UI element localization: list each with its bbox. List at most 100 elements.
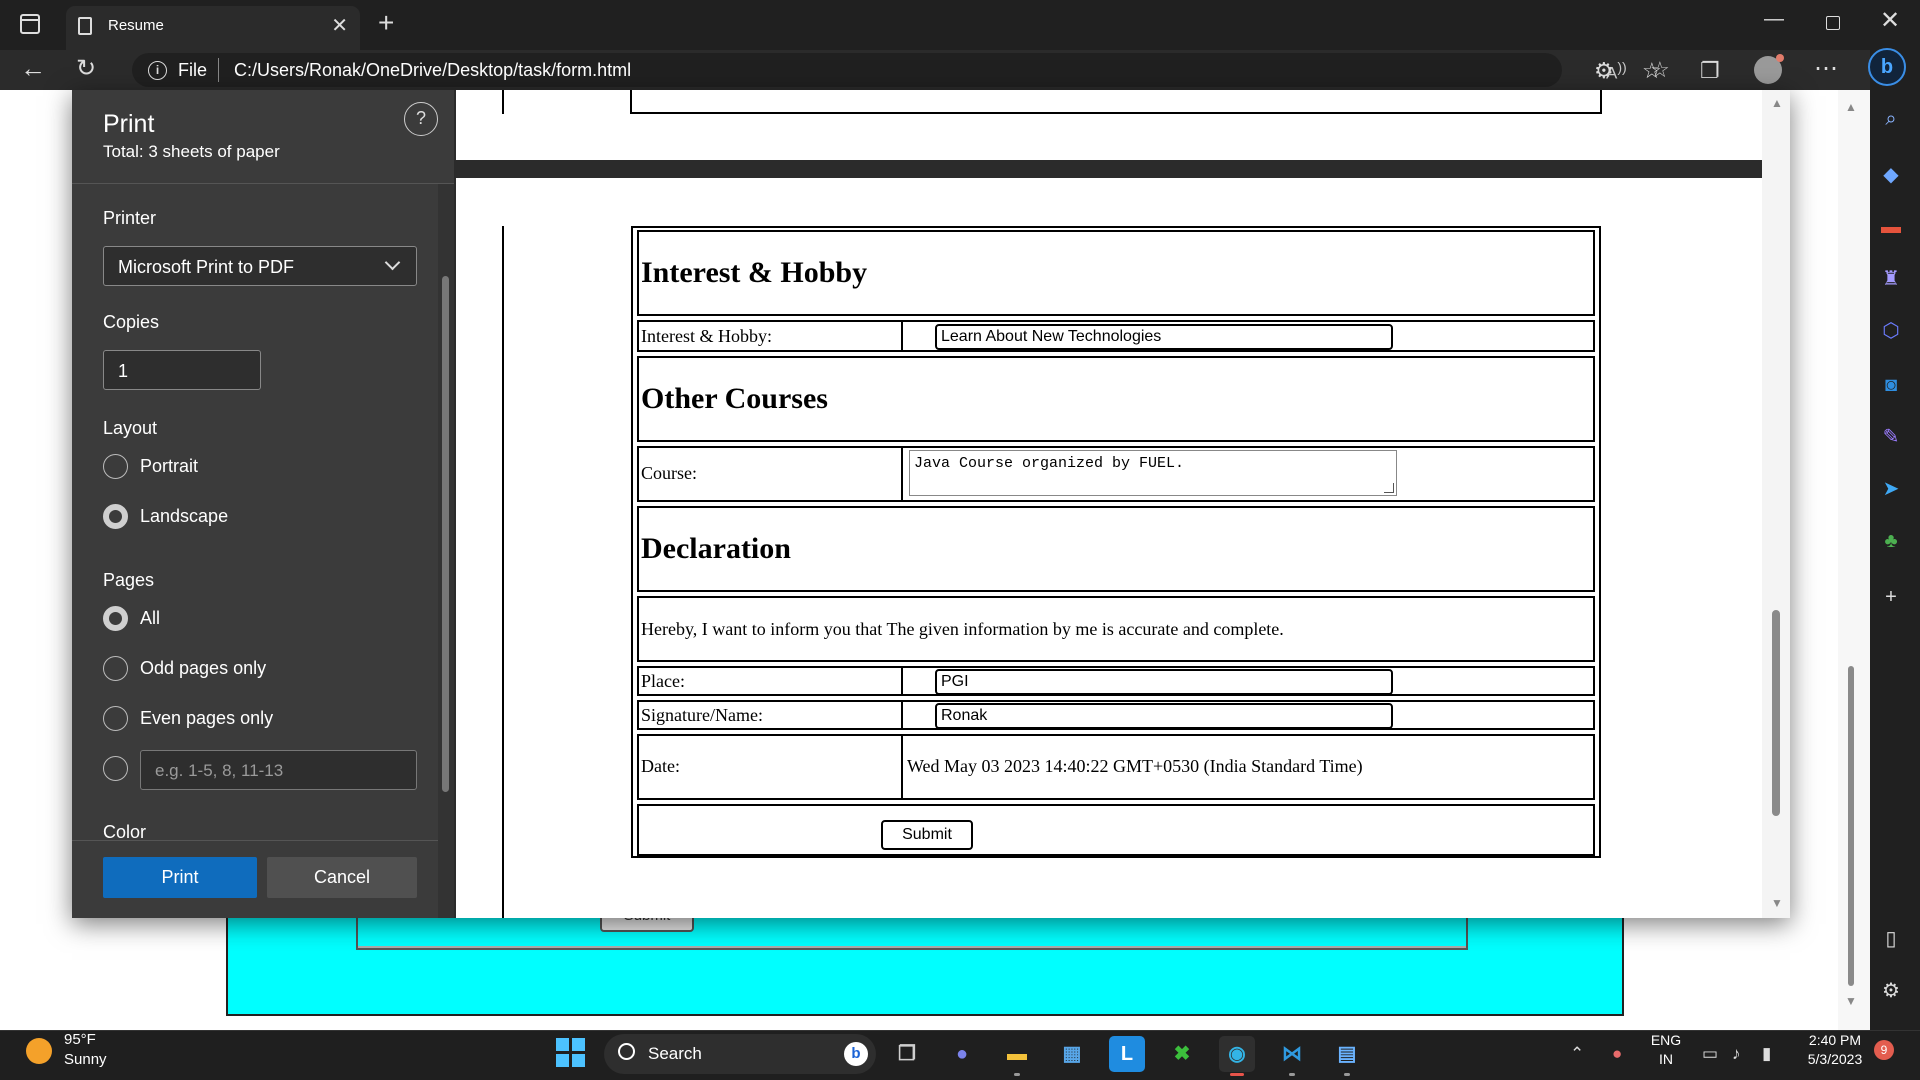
settings-scrollbar-thumb[interactable] <box>442 276 449 792</box>
printer-select[interactable]: Microsoft Print to PDF <box>103 246 417 286</box>
language-line2[interactable]: IN <box>1648 1051 1684 1067</box>
landscape-radio[interactable] <box>103 504 128 529</box>
profile-avatar[interactable] <box>1754 54 1784 84</box>
sidebar-layout-icon[interactable]: ▯ <box>1878 928 1904 950</box>
close-tab-icon[interactable]: ✕ <box>331 14 348 38</box>
scroll-up-icon[interactable]: ▲ <box>1845 100 1857 114</box>
odd-pages-radio[interactable] <box>103 656 128 681</box>
cancel-button[interactable]: Cancel <box>267 857 417 898</box>
file-explorer-icon[interactable]: ▬ <box>999 1036 1035 1072</box>
copies-input[interactable]: 1 <box>103 350 261 390</box>
clock-date[interactable]: 5/3/2023 <box>1800 1051 1870 1067</box>
weather-condition[interactable]: Sunny <box>64 1051 107 1068</box>
shopping-icon[interactable]: ◆ <box>1878 164 1904 186</box>
signature-input[interactable]: Ronak <box>935 703 1393 729</box>
microphone-icon[interactable]: ● <box>1612 1044 1622 1064</box>
help-icon[interactable]: ? <box>404 102 438 136</box>
minimize-icon[interactable]: — <box>1764 8 1784 31</box>
network-icon[interactable]: ▭ <box>1702 1044 1718 1064</box>
notepad-icon[interactable]: ▤ <box>1329 1036 1365 1072</box>
new-tab-icon[interactable]: + <box>378 8 394 38</box>
interest-label: Interest & Hobby: <box>641 326 772 346</box>
page-icon <box>78 17 92 35</box>
even-pages-radio[interactable] <box>103 706 128 731</box>
copilot-icon[interactable]: b <box>1868 48 1906 86</box>
collections-icon[interactable]: ❐ <box>1700 58 1720 84</box>
more-icon[interactable]: ⋯ <box>1814 54 1838 83</box>
page-frame-left <box>502 90 504 114</box>
xbox-icon[interactable]: ✖ <box>1164 1036 1200 1072</box>
task-view-icon[interactable]: ❐ <box>889 1036 925 1072</box>
refresh-icon[interactable]: ↻ <box>76 54 96 83</box>
notification-badge[interactable]: 9 <box>1874 1040 1894 1060</box>
all-pages-radio[interactable] <box>103 606 128 631</box>
clock-time[interactable]: 2:40 PM <box>1800 1032 1870 1048</box>
store-icon[interactable]: ▦ <box>1054 1036 1090 1072</box>
tab-bar: Resume ✕ + — ✕ <box>0 0 1920 50</box>
tab-actions-icon[interactable] <box>20 14 40 34</box>
preview-scrollbar-thumb[interactable] <box>1772 610 1780 816</box>
portrait-label[interactable]: Portrait <box>140 456 198 477</box>
games-icon[interactable]: ♜ <box>1878 268 1904 290</box>
preview-scroll-down-icon[interactable]: ▼ <box>1771 896 1783 910</box>
settings-icon[interactable]: ⚙ <box>1878 980 1904 1002</box>
custom-pages-radio[interactable] <box>103 756 128 781</box>
office-icon[interactable]: ⬡ <box>1878 320 1904 342</box>
landscape-label[interactable]: Landscape <box>140 506 228 527</box>
extensions-icon[interactable]: ⚙ <box>1594 58 1614 84</box>
odd-pages-label[interactable]: Odd pages only <box>140 658 266 679</box>
window-close-icon[interactable]: ✕ <box>1880 6 1900 35</box>
interest-label-cell: Interest & Hobby: <box>639 322 903 350</box>
tab-resume[interactable]: Resume ✕ <box>66 6 360 50</box>
preview-page-1 <box>456 90 1762 160</box>
interest-input[interactable]: Learn About New Technologies <box>935 324 1393 350</box>
url-field[interactable]: i File C:/Users/Ronak/OneDrive/Desktop/t… <box>132 53 1670 87</box>
windows-start-icon[interactable] <box>556 1038 586 1068</box>
interest-heading-row: Interest & Hobby <box>637 230 1595 316</box>
battery-icon[interactable]: ▮ <box>1762 1044 1771 1064</box>
restore-icon[interactable] <box>1826 16 1840 30</box>
print-button[interactable]: Print <box>103 857 257 898</box>
bing-icon[interactable]: b <box>844 1042 868 1066</box>
back-icon[interactable]: ← <box>20 53 46 84</box>
chevron-up-icon[interactable]: ⌃ <box>1570 1044 1584 1064</box>
submit-button[interactable]: Submit <box>881 820 973 850</box>
info-icon[interactable]: i <box>148 61 167 80</box>
search-icon[interactable]: ⌕ <box>1878 108 1904 130</box>
url-scheme: File <box>178 60 208 80</box>
all-pages-label[interactable]: All <box>140 608 160 629</box>
taskbar-search[interactable]: Search b <box>604 1034 876 1074</box>
copies-label: Copies <box>103 312 160 332</box>
page-range-input[interactable]: e.g. 1-5, 8, 11-13 <box>140 750 417 790</box>
language-line1[interactable]: ENG <box>1648 1032 1684 1048</box>
preview-scroll-up-icon[interactable]: ▲ <box>1771 96 1783 110</box>
portrait-radio[interactable] <box>103 454 128 479</box>
vscode-icon[interactable]: ⋈ <box>1274 1036 1310 1072</box>
favorites-icon[interactable]: ☆ <box>1642 58 1662 84</box>
teams-chat-icon[interactable]: ● <box>944 1036 980 1072</box>
even-pages-label[interactable]: Even pages only <box>140 708 273 729</box>
printer-label: Printer <box>103 208 157 228</box>
tree-icon[interactable]: ♣ <box>1878 530 1904 552</box>
weather-sun-icon[interactable] <box>26 1038 52 1064</box>
place-input[interactable]: PGI <box>935 669 1393 695</box>
course-textarea[interactable]: Java Course organized by FUEL. <box>909 450 1397 496</box>
page-scrollbar[interactable] <box>1838 90 1870 1030</box>
send-icon[interactable]: ➤ <box>1878 478 1904 500</box>
outlook-icon[interactable]: ◙ <box>1878 374 1904 396</box>
page-scrollbar-thumb[interactable] <box>1848 666 1854 986</box>
volume-icon[interactable]: ♪ <box>1732 1044 1741 1064</box>
page-frame-left <box>502 226 504 918</box>
l-app-icon[interactable]: L <box>1109 1036 1145 1072</box>
scroll-down-icon[interactable]: ▼ <box>1845 994 1857 1008</box>
search-label: Search <box>648 1044 702 1063</box>
settings-scrollbar[interactable] <box>438 184 454 918</box>
weather-temp[interactable]: 95°F <box>64 1031 96 1048</box>
add-sidebar-icon[interactable]: + <box>1878 586 1904 608</box>
tools-icon[interactable]: ▬ <box>1878 216 1904 238</box>
designer-icon[interactable]: ✎ <box>1878 426 1904 448</box>
edge-icon[interactable]: ◉ <box>1219 1036 1255 1072</box>
url-text[interactable]: C:/Users/Ronak/OneDrive/Desktop/task/for… <box>234 60 631 81</box>
preview-scrollbar[interactable]: ▲ ▼ <box>1762 90 1790 918</box>
resize-handle-icon[interactable] <box>1384 483 1394 493</box>
